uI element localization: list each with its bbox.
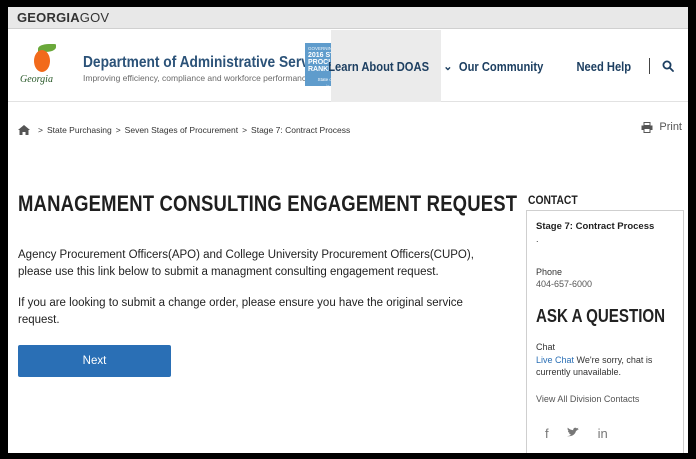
breadcrumb-separator: > (115, 125, 121, 135)
georgia-gov-strip: GEORGIAGOV (8, 7, 688, 29)
main-nav: Learn About DOAS ⌄ Our Community Need He… (328, 30, 688, 102)
live-chat-link[interactable]: Live Chat (536, 355, 574, 365)
breadcrumb-separator: > (242, 125, 248, 135)
breadcrumb: > State Purchasing > Seven Stages of Pro… (18, 125, 350, 135)
contact-panel: Stage 7: Contract Process . Phone 404-65… (526, 210, 684, 453)
phone-number[interactable]: 404-657-6000 (536, 279, 674, 289)
peach-icon (34, 50, 50, 72)
nav-our-community[interactable]: Our Community (441, 30, 561, 102)
view-all-contacts-link[interactable]: View All Division Contacts (536, 394, 674, 404)
change-order-paragraph: If you are looking to submit a change or… (18, 297, 463, 326)
breadcrumb-separator: > (38, 125, 43, 135)
intro-paragraph: Agency Procurement Officers(APO) and Col… (18, 249, 474, 278)
linkedin-icon[interactable]: in (598, 426, 608, 441)
nav-divider (649, 58, 650, 74)
browser-page: GEORGIAGOV Georgia Department of Adminis… (8, 7, 688, 453)
breadcrumb-state-purchasing[interactable]: State Purchasing (47, 125, 112, 135)
logo-text: Georgia (20, 74, 53, 85)
page-title: MANAGEMENT CONSULTING ENGAGEMENT REQUEST (18, 191, 518, 216)
contact-subheading: Stage 7: Contract Process (536, 221, 655, 232)
printer-icon (641, 121, 653, 133)
nav-need-help[interactable]: Need Help (561, 30, 647, 102)
georgia-logo[interactable]: Georgia (20, 44, 66, 90)
contact-heading: CONTACT (528, 193, 578, 207)
nav-learn-about-doas[interactable]: Learn About DOAS ⌄ (328, 30, 452, 102)
social-links: f in (536, 426, 674, 441)
print-label: Print (659, 121, 682, 133)
ask-question-heading: ASK A QUESTION (536, 306, 666, 326)
georgia-gov-link[interactable]: GEORGIAGOV (17, 10, 109, 25)
site-header: Georgia Department of Administrative Ser… (8, 30, 688, 102)
nav-label: Our Community (459, 58, 544, 74)
nav-label: Learn About DOAS (328, 58, 429, 74)
contact-dot: . (536, 234, 539, 244)
home-icon[interactable] (18, 125, 30, 135)
print-button[interactable]: Print (641, 121, 682, 133)
breadcrumb-stage-7: Stage 7: Contract Process (251, 125, 351, 135)
chat-label: Chat (536, 342, 556, 352)
search-button[interactable] (656, 30, 680, 102)
nav-label: Need Help (576, 58, 632, 74)
next-button[interactable]: Next (18, 345, 171, 377)
brand-bold: GEORGIA (17, 10, 80, 25)
twitter-icon[interactable] (566, 426, 580, 441)
department-name: Department of Administrative Services (83, 54, 336, 71)
facebook-icon[interactable]: f (545, 426, 549, 441)
search-icon (662, 60, 674, 72)
breadcrumb-seven-stages[interactable]: Seven Stages of Procurement (125, 125, 238, 135)
chat-status: Live Chat We're sorry, chat is currently… (536, 354, 674, 378)
phone-label: Phone (536, 267, 563, 277)
brand-light: GOV (79, 10, 110, 25)
